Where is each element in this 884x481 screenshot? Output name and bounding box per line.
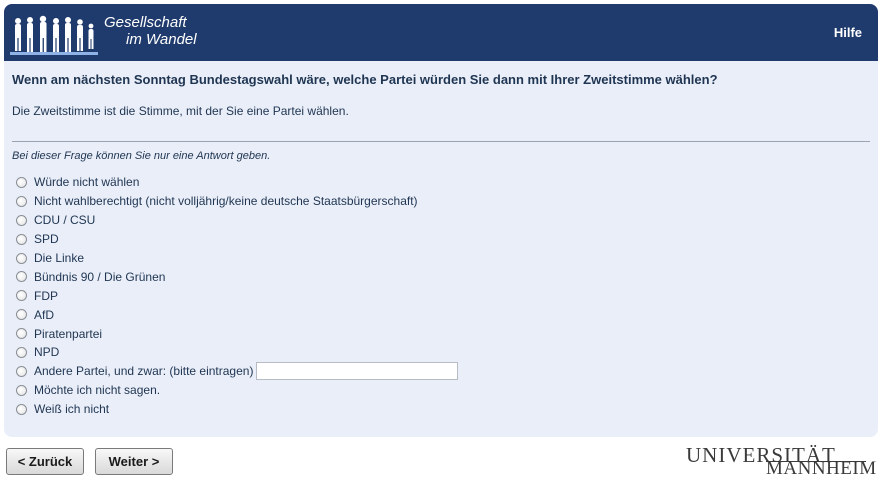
- option-label[interactable]: Die Linke: [34, 251, 84, 265]
- option-label[interactable]: SPD: [34, 232, 59, 246]
- option-label[interactable]: AfD: [34, 308, 54, 322]
- logo-line1: Gesellschaft: [104, 14, 187, 31]
- answer-option[interactable]: AfD: [16, 305, 458, 324]
- answer-option[interactable]: CDU / CSU: [16, 211, 458, 230]
- question-panel: Wenn am nächsten Sonntag Bundestagswahl …: [4, 61, 878, 437]
- radio-button[interactable]: [16, 328, 27, 340]
- answer-options: Würde nicht wählen Nicht wahlberechtigt …: [16, 173, 459, 419]
- option-label[interactable]: Bündnis 90 / Die Grünen: [34, 270, 165, 284]
- radio-button[interactable]: [16, 403, 27, 415]
- radio-button[interactable]: [16, 384, 27, 396]
- answer-option[interactable]: Bündnis 90 / Die Grünen: [16, 267, 458, 286]
- answer-option[interactable]: FDP: [16, 286, 458, 305]
- radio-button[interactable]: [16, 290, 27, 302]
- logo-line2: im Wandel: [126, 31, 197, 48]
- header-bar: Gesellschaft im Wandel Hilfe: [4, 4, 878, 61]
- logo-people-icon: [10, 15, 98, 55]
- answer-option[interactable]: Die Linke: [16, 249, 458, 268]
- radio-button[interactable]: [16, 309, 27, 321]
- option-label[interactable]: CDU / CSU: [34, 213, 95, 227]
- answer-option[interactable]: Piratenpartei: [16, 324, 458, 343]
- answer-instruction: Bei dieser Frage können Sie nur eine Ant…: [12, 150, 271, 162]
- answer-option[interactable]: NPD: [16, 343, 458, 362]
- logo-text: Gesellschaft im Wandel: [104, 14, 197, 48]
- option-label[interactable]: Nicht wahlberechtigt (nicht volljährig/k…: [34, 194, 418, 208]
- radio-button[interactable]: [16, 214, 27, 226]
- question-title: Wenn am nächsten Sonntag Bundestagswahl …: [12, 72, 718, 87]
- option-label[interactable]: NPD: [34, 345, 59, 359]
- radio-button[interactable]: [16, 252, 27, 264]
- answer-option[interactable]: Weiß ich nicht: [16, 400, 458, 419]
- help-link[interactable]: Hilfe: [834, 25, 862, 40]
- radio-button[interactable]: [16, 271, 27, 283]
- answer-option[interactable]: Würde nicht wählen: [16, 173, 458, 192]
- question-explanation: Die Zweitstimme ist die Stimme, mit der …: [12, 104, 349, 118]
- divider: [12, 141, 870, 142]
- radio-button[interactable]: [16, 176, 27, 188]
- next-button[interactable]: Weiter >: [95, 448, 173, 475]
- radio-button[interactable]: [16, 365, 27, 377]
- answer-option-other[interactable]: Andere Partei, und zwar: (bitte eintrage…: [16, 362, 459, 381]
- option-label[interactable]: FDP: [34, 289, 58, 303]
- option-label[interactable]: Möchte ich nicht sagen.: [34, 383, 160, 397]
- answer-option[interactable]: Nicht wahlberechtigt (nicht volljährig/k…: [16, 192, 458, 211]
- answer-option[interactable]: Möchte ich nicht sagen.: [16, 381, 458, 400]
- option-label[interactable]: Piratenpartei: [34, 327, 102, 341]
- back-button[interactable]: < Zurück: [6, 448, 84, 475]
- radio-button[interactable]: [16, 195, 27, 207]
- option-label[interactable]: Andere Partei, und zwar: (bitte eintrage…: [34, 364, 253, 378]
- radio-button[interactable]: [16, 233, 27, 245]
- radio-button[interactable]: [16, 346, 27, 358]
- option-label[interactable]: Würde nicht wählen: [34, 175, 139, 189]
- other-party-input[interactable]: [256, 362, 459, 381]
- university-logo-line2: MANNHEIM: [766, 458, 877, 479]
- option-label[interactable]: Weiß ich nicht: [34, 402, 109, 416]
- answer-option[interactable]: SPD: [16, 230, 458, 249]
- university-logo: UNIVERSITÄT MANNHEIM: [686, 443, 876, 479]
